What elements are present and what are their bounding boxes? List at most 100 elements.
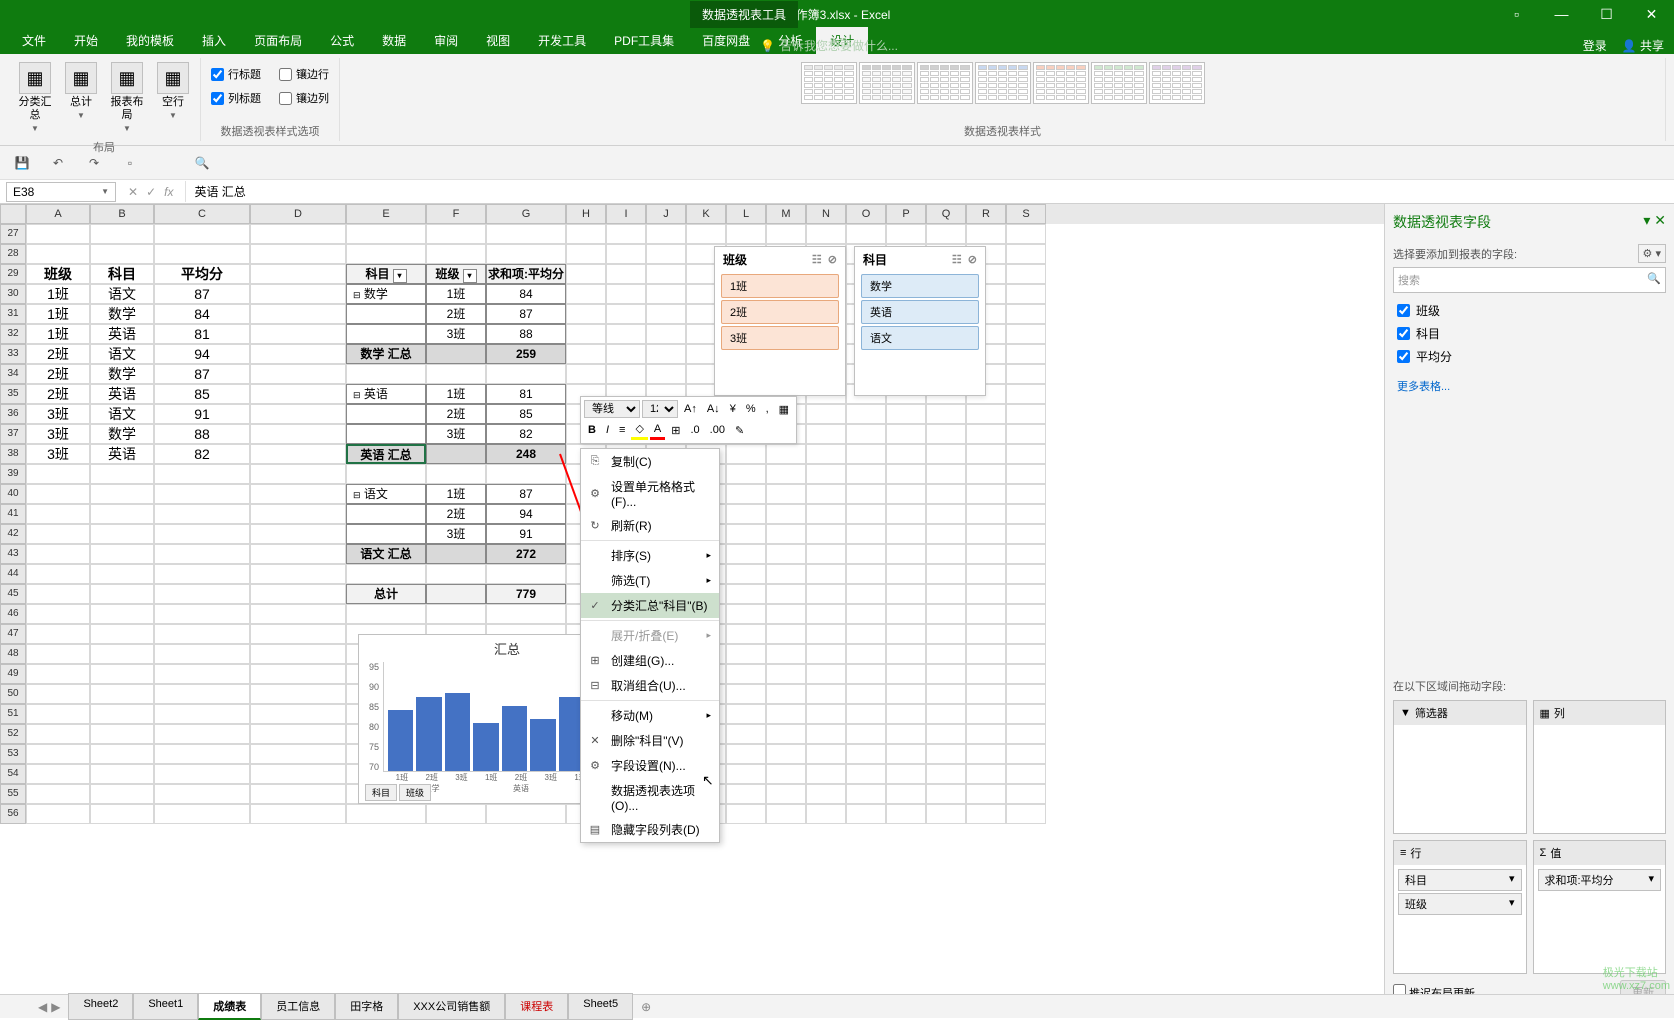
cell[interactable] bbox=[726, 804, 766, 824]
cell[interactable] bbox=[346, 604, 426, 624]
cell[interactable] bbox=[966, 684, 1006, 704]
cell[interactable]: 84 bbox=[486, 284, 566, 304]
cell[interactable]: 语文 bbox=[90, 404, 154, 424]
cell[interactable]: 数学 bbox=[90, 424, 154, 444]
row-header[interactable]: 50 bbox=[0, 684, 26, 704]
cell[interactable] bbox=[966, 564, 1006, 584]
formula-input[interactable]: 英语 汇总 bbox=[185, 181, 1674, 202]
cell[interactable]: 语文 bbox=[90, 284, 154, 304]
row-header[interactable]: 49 bbox=[0, 664, 26, 684]
cell[interactable] bbox=[886, 564, 926, 584]
cell[interactable] bbox=[250, 624, 346, 644]
cell[interactable] bbox=[766, 764, 806, 784]
cell[interactable] bbox=[886, 724, 926, 744]
col-header[interactable]: R bbox=[966, 204, 1006, 224]
row-header[interactable]: 42 bbox=[0, 524, 26, 544]
cell[interactable] bbox=[426, 224, 486, 244]
reportlayout-button[interactable]: ▦报表布局▼ bbox=[106, 58, 148, 137]
sheet-tab[interactable]: Sheet2 bbox=[68, 993, 133, 1020]
col-header[interactable]: F bbox=[426, 204, 486, 224]
select-all-corner[interactable] bbox=[0, 204, 26, 224]
cell[interactable] bbox=[154, 584, 250, 604]
menu-item[interactable]: ✕删除"科目"(V) bbox=[581, 728, 719, 753]
cell[interactable] bbox=[926, 704, 966, 724]
more-tables-link[interactable]: 更多表格... bbox=[1393, 374, 1666, 398]
menu-item[interactable]: ✓分类汇总"科目"(B) bbox=[581, 593, 719, 618]
cell[interactable] bbox=[426, 244, 486, 264]
cell[interactable] bbox=[766, 564, 806, 584]
cell[interactable] bbox=[806, 444, 846, 464]
tab-templates[interactable]: 我的模板 bbox=[112, 27, 188, 54]
comma-icon[interactable]: , bbox=[762, 401, 773, 417]
cell[interactable] bbox=[250, 304, 346, 324]
tab-file[interactable]: 文件 bbox=[8, 27, 60, 54]
row-header[interactable]: 51 bbox=[0, 704, 26, 724]
row-header[interactable]: 52 bbox=[0, 724, 26, 744]
cell[interactable]: 248 bbox=[486, 444, 566, 464]
cell[interactable] bbox=[806, 404, 846, 424]
clear-filter-icon[interactable]: ⊘ bbox=[968, 253, 977, 266]
cell[interactable] bbox=[1006, 224, 1046, 244]
font-color-icon[interactable]: A bbox=[650, 421, 665, 440]
cell[interactable] bbox=[886, 804, 926, 824]
cell[interactable] bbox=[154, 504, 250, 524]
cell[interactable] bbox=[250, 744, 346, 764]
cell[interactable] bbox=[806, 584, 846, 604]
row-header[interactable]: 37 bbox=[0, 424, 26, 444]
cell[interactable] bbox=[486, 464, 566, 484]
format-painter-icon[interactable]: ✎ bbox=[731, 422, 748, 439]
cell[interactable] bbox=[566, 244, 606, 264]
col-header[interactable]: O bbox=[846, 204, 886, 224]
style-option[interactable] bbox=[1033, 62, 1089, 104]
cell[interactable] bbox=[966, 704, 1006, 724]
cell[interactable] bbox=[154, 804, 250, 824]
cell[interactable] bbox=[726, 604, 766, 624]
cell[interactable] bbox=[426, 804, 486, 824]
cell[interactable] bbox=[250, 664, 346, 684]
cell[interactable] bbox=[806, 624, 846, 644]
share-button[interactable]: 👤 共享 bbox=[1622, 37, 1664, 54]
cell[interactable] bbox=[886, 404, 926, 424]
cell[interactable] bbox=[90, 724, 154, 744]
tab-view[interactable]: 视图 bbox=[472, 27, 524, 54]
cell[interactable] bbox=[766, 644, 806, 664]
cell[interactable] bbox=[154, 544, 250, 564]
cell[interactable]: 数学 bbox=[90, 364, 154, 384]
cell[interactable] bbox=[806, 744, 846, 764]
row-header[interactable]: 29 bbox=[0, 264, 26, 284]
cell[interactable]: 82 bbox=[154, 444, 250, 464]
row-header[interactable]: 55 bbox=[0, 784, 26, 804]
grandtotals-button[interactable]: ▦总计▼ bbox=[60, 58, 102, 124]
clear-filter-icon[interactable]: ⊘ bbox=[828, 253, 837, 266]
sheet-tab[interactable]: 田字格 bbox=[335, 993, 398, 1020]
cell[interactable]: 数学 汇总 bbox=[346, 344, 426, 364]
cell[interactable] bbox=[846, 504, 886, 524]
cell[interactable] bbox=[566, 324, 606, 344]
row-header[interactable]: 32 bbox=[0, 324, 26, 344]
cell[interactable]: 科目▾ bbox=[346, 264, 426, 284]
cell[interactable]: 85 bbox=[486, 404, 566, 424]
cell[interactable] bbox=[566, 344, 606, 364]
cell[interactable] bbox=[926, 504, 966, 524]
field-search[interactable]: 搜索🔍 bbox=[1393, 267, 1666, 293]
cell[interactable] bbox=[726, 484, 766, 504]
cell[interactable]: 3班 bbox=[26, 404, 90, 424]
menu-item[interactable]: ↻刷新(R) bbox=[581, 513, 719, 538]
sheet-tab[interactable]: 成绩表 bbox=[198, 993, 261, 1020]
cell[interactable] bbox=[846, 624, 886, 644]
field-panel-dropdown-icon[interactable]: ▾ ✕ bbox=[1643, 212, 1666, 232]
cell[interactable] bbox=[926, 644, 966, 664]
cell[interactable] bbox=[426, 364, 486, 384]
cell[interactable] bbox=[766, 604, 806, 624]
cell[interactable] bbox=[1006, 504, 1046, 524]
cell[interactable] bbox=[26, 804, 90, 824]
cell[interactable] bbox=[154, 684, 250, 704]
cell[interactable] bbox=[926, 804, 966, 824]
cell[interactable] bbox=[1006, 424, 1046, 444]
cell[interactable]: 88 bbox=[154, 424, 250, 444]
cell[interactable] bbox=[886, 224, 926, 244]
sheet-tab[interactable]: Sheet5 bbox=[568, 993, 633, 1020]
menu-item[interactable]: ⊟取消组合(U)... bbox=[581, 673, 719, 698]
cell[interactable] bbox=[806, 224, 846, 244]
print-preview-icon[interactable]: 🔍 bbox=[192, 153, 212, 173]
